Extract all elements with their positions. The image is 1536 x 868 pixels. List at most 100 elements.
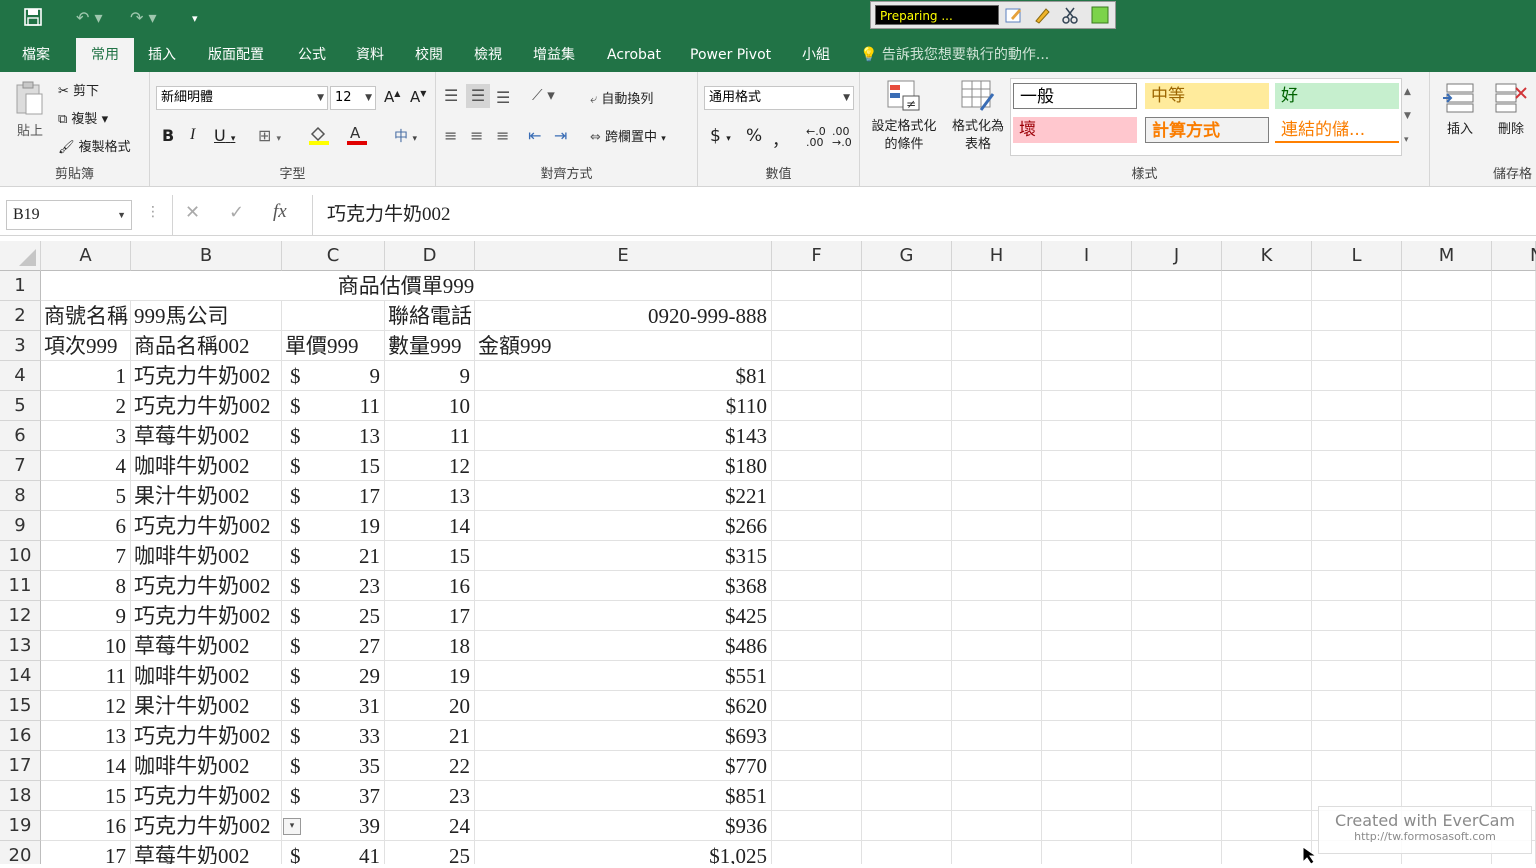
- percent-button[interactable]: %: [746, 126, 762, 146]
- row-header[interactable]: 16: [0, 721, 41, 751]
- item-name[interactable]: 咖啡牛奶002: [131, 541, 282, 571]
- cell-c2[interactable]: [282, 301, 385, 331]
- empty-cell[interactable]: [1042, 271, 1132, 301]
- wrap-text-button[interactable]: ⤶ 自動換列: [590, 88, 653, 107]
- column-header-a[interactable]: A: [41, 241, 131, 271]
- empty-cell[interactable]: [952, 331, 1042, 361]
- empty-cell[interactable]: [1492, 421, 1536, 451]
- style-good[interactable]: 好: [1275, 83, 1399, 109]
- row-header[interactable]: 17: [0, 751, 41, 781]
- cell-c3[interactable]: 單價999: [282, 331, 385, 361]
- empty-cell[interactable]: [772, 361, 862, 391]
- item-name[interactable]: 巧克力牛奶002: [131, 391, 282, 421]
- empty-cell[interactable]: [1402, 511, 1492, 541]
- empty-cell[interactable]: [1222, 751, 1312, 781]
- tab-insert[interactable]: 插入: [148, 38, 176, 72]
- item-amount[interactable]: $221: [475, 481, 772, 511]
- empty-cell[interactable]: [1402, 301, 1492, 331]
- empty-cell[interactable]: [772, 481, 862, 511]
- column-header-h[interactable]: H: [952, 241, 1042, 271]
- empty-cell[interactable]: [1492, 361, 1536, 391]
- empty-cell[interactable]: [1222, 631, 1312, 661]
- empty-cell[interactable]: [1132, 271, 1222, 301]
- empty-cell[interactable]: [952, 751, 1042, 781]
- empty-cell[interactable]: [1222, 331, 1312, 361]
- cell-a3[interactable]: 項次999: [41, 331, 131, 361]
- item-qty[interactable]: 10: [385, 391, 475, 421]
- align-right-icon[interactable]: ≡: [496, 126, 509, 145]
- empty-cell[interactable]: [1042, 691, 1132, 721]
- item-amount[interactable]: $368: [475, 571, 772, 601]
- empty-cell[interactable]: [1402, 421, 1492, 451]
- item-name[interactable]: 草莓牛奶002: [131, 421, 282, 451]
- tab-view[interactable]: 檢視: [474, 38, 502, 72]
- empty-cell[interactable]: [1042, 421, 1132, 451]
- item-amount[interactable]: $770: [475, 751, 772, 781]
- item-name[interactable]: 巧克力牛奶002: [131, 781, 282, 811]
- row-header[interactable]: 4: [0, 361, 41, 391]
- empty-cell[interactable]: [952, 451, 1042, 481]
- align-center-icon[interactable]: ≡: [470, 126, 483, 145]
- comma-button[interactable]: ，: [772, 126, 789, 151]
- item-number[interactable]: 2: [41, 391, 131, 421]
- empty-cell[interactable]: [1042, 481, 1132, 511]
- empty-cell[interactable]: [772, 691, 862, 721]
- customize-qat-icon[interactable]: ▾: [192, 12, 198, 25]
- empty-cell[interactable]: [952, 301, 1042, 331]
- item-amount[interactable]: $693: [475, 721, 772, 751]
- empty-cell[interactable]: [1042, 571, 1132, 601]
- empty-cell[interactable]: [1132, 451, 1222, 481]
- empty-cell[interactable]: [862, 781, 952, 811]
- item-amount[interactable]: $110: [475, 391, 772, 421]
- drag-handle-icon[interactable]: ⋮: [146, 204, 160, 220]
- empty-cell[interactable]: [1042, 361, 1132, 391]
- item-number[interactable]: 8: [41, 571, 131, 601]
- item-qty[interactable]: 12: [385, 451, 475, 481]
- item-qty[interactable]: 20: [385, 691, 475, 721]
- cut-button[interactable]: ✂ 剪下: [58, 80, 99, 99]
- underline-button[interactable]: U ▾: [214, 126, 235, 145]
- item-name[interactable]: 咖啡牛奶002: [131, 661, 282, 691]
- empty-cell[interactable]: [1312, 481, 1402, 511]
- pencil-icon[interactable]: [1033, 6, 1051, 24]
- item-number[interactable]: 14: [41, 751, 131, 781]
- empty-cell[interactable]: [1402, 391, 1492, 421]
- empty-cell[interactable]: [1042, 751, 1132, 781]
- empty-cell[interactable]: [772, 331, 862, 361]
- font-color-icon[interactable]: A: [346, 124, 368, 150]
- empty-cell[interactable]: [862, 811, 952, 841]
- format-painter-button[interactable]: 🖌 複製格式: [58, 136, 131, 155]
- item-qty[interactable]: 17: [385, 601, 475, 631]
- empty-cell[interactable]: [1222, 511, 1312, 541]
- empty-cell[interactable]: [1402, 571, 1492, 601]
- enter-icon[interactable]: ✓: [229, 202, 244, 223]
- empty-cell[interactable]: [1042, 721, 1132, 751]
- column-header-j[interactable]: J: [1132, 241, 1222, 271]
- select-all-corner[interactable]: [0, 241, 41, 271]
- row-header[interactable]: 5: [0, 391, 41, 421]
- empty-cell[interactable]: [1492, 481, 1536, 511]
- decrease-indent-icon[interactable]: ⇤: [528, 126, 541, 145]
- row-header[interactable]: 1: [0, 271, 41, 301]
- empty-cell[interactable]: [862, 691, 952, 721]
- item-number[interactable]: 10: [41, 631, 131, 661]
- item-number[interactable]: 6: [41, 511, 131, 541]
- empty-cell[interactable]: [1402, 631, 1492, 661]
- empty-cell[interactable]: [1222, 451, 1312, 481]
- empty-cell[interactable]: [1312, 661, 1402, 691]
- style-linked-cell[interactable]: 連結的儲...: [1275, 117, 1399, 143]
- copy-button[interactable]: ⧉ 複製 ▾: [58, 108, 108, 127]
- insert-function-icon[interactable]: fx: [273, 201, 287, 223]
- empty-cell[interactable]: [772, 751, 862, 781]
- save-icon[interactable]: [24, 8, 42, 30]
- tell-me-box[interactable]: 💡 告訴我您想要執行的動作...: [860, 38, 1049, 72]
- column-header-k[interactable]: K: [1222, 241, 1312, 271]
- empty-cell[interactable]: [1042, 331, 1132, 361]
- empty-cell[interactable]: [1402, 601, 1492, 631]
- empty-cell[interactable]: [1312, 421, 1402, 451]
- cell-b3[interactable]: 商品名稱002: [131, 331, 282, 361]
- empty-cell[interactable]: [1222, 841, 1312, 864]
- row-header[interactable]: 10: [0, 541, 41, 571]
- item-qty[interactable]: 16: [385, 571, 475, 601]
- empty-cell[interactable]: [1222, 571, 1312, 601]
